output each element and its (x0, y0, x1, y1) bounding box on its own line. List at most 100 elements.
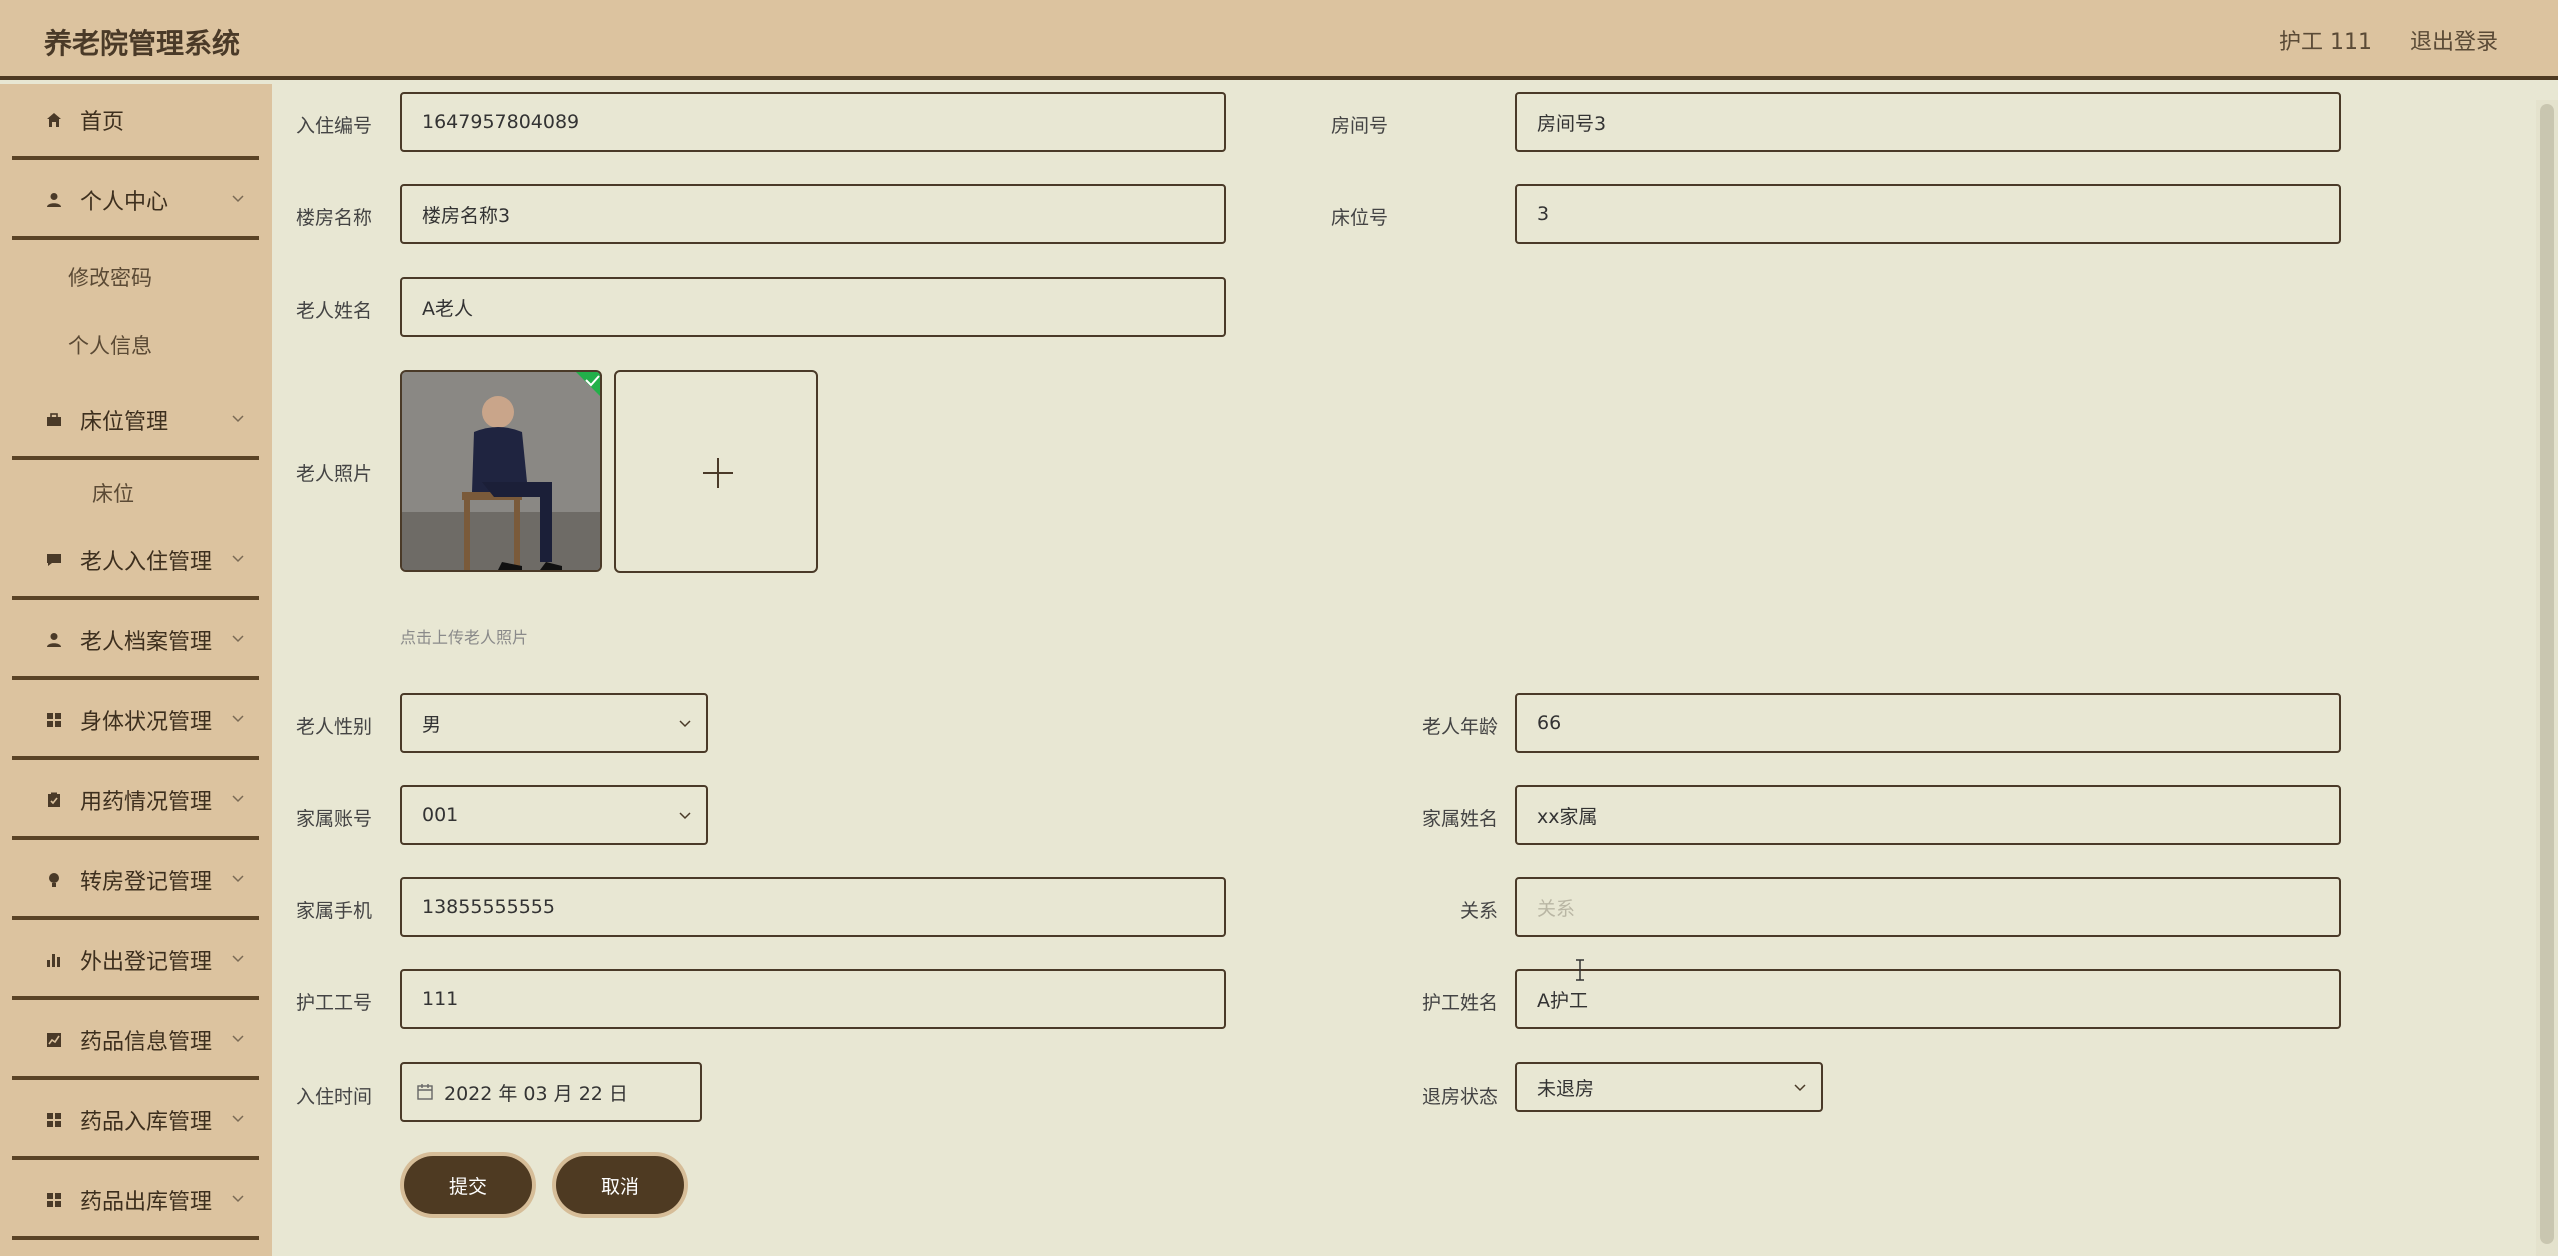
room-no-input[interactable]: 房间号3 (1515, 92, 2341, 152)
sidebar-item-label: 老人档案管理 (80, 630, 213, 655)
chevron-down-icon (232, 1115, 244, 1123)
sidebar-item-drug-stock-out-management[interactable]: 药品出库管理 (12, 1164, 259, 1240)
clipboard-icon (46, 792, 80, 808)
checkout-status-select[interactable]: 未退房 (1515, 1062, 1823, 1112)
sidebar-item-home[interactable]: 首页 (12, 84, 259, 160)
sidebar-item-medication-management[interactable]: 用药情况管理 (12, 764, 259, 840)
checkin-no-label: 入住编号 (295, 115, 372, 137)
sidebar-item-health-management[interactable]: 身体状况管理 (12, 684, 259, 760)
checkin-no-input[interactable]: 1647957804089 (400, 92, 1226, 152)
sidebar-item-drug-stock-in-management[interactable]: 药品入库管理 (12, 1084, 259, 1160)
sidebar: 首页 个人中心 修改密码 个人信息 床位管理 床位 老人入住管理 老人档案管理 (0, 84, 272, 1256)
bed-no-label: 床位号 (1330, 207, 1388, 229)
sidebar-item-label: 药品入库管理 (80, 1110, 213, 1135)
vertical-scrollbar[interactable] (2536, 100, 2558, 1256)
home-icon (46, 112, 80, 128)
chat-icon (46, 552, 80, 568)
grid-icon (46, 1112, 80, 1128)
elder-photo-thumbnail[interactable] (400, 370, 602, 572)
upload-hint: 点击上传老人照片 (400, 628, 529, 647)
chevron-down-icon (1794, 1084, 1806, 1092)
bulb-icon (46, 872, 80, 888)
sidebar-item-archive-management[interactable]: 老人档案管理 (12, 604, 259, 680)
sidebar-item-label: 转房登记管理 (80, 870, 213, 895)
person-icon (46, 192, 80, 208)
family-phone-label: 家属手机 (295, 900, 372, 922)
chevron-down-icon (679, 812, 691, 820)
nurse-name-label: 护工姓名 (1421, 992, 1498, 1014)
family-name-label: 家属姓名 (1421, 808, 1498, 830)
relation-label: 关系 (1459, 900, 1498, 922)
building-input[interactable]: 楼房名称3 (400, 184, 1226, 244)
checkin-time-label: 入住时间 (295, 1086, 372, 1108)
cancel-button[interactable]: 取消 (556, 1156, 684, 1214)
sidebar-item-drug-info-management[interactable]: 药品信息管理 (12, 1004, 259, 1080)
building-label: 楼房名称 (295, 207, 372, 229)
line-chart-icon (46, 1032, 80, 1048)
sidebar-item-label: 药品信息管理 (80, 1030, 213, 1055)
nurse-name-input[interactable]: A护工 (1515, 969, 2341, 1029)
room-no-label: 房间号 (1330, 115, 1388, 137)
text-cursor-icon (1576, 959, 1584, 981)
chevron-down-icon (232, 795, 244, 803)
briefcase-icon (46, 412, 80, 428)
elder-name-label: 老人姓名 (295, 300, 372, 322)
sidebar-item-label: 身体状况管理 (80, 710, 213, 735)
elder-name-input[interactable]: A老人 (400, 277, 1226, 337)
sidebar-item-label: 外出登记管理 (80, 950, 213, 975)
chevron-down-icon (232, 955, 244, 963)
sidebar-item-personal-center[interactable]: 个人中心 (12, 164, 259, 240)
gender-value: 男 (422, 713, 442, 736)
family-account-select[interactable]: 001 (400, 785, 708, 845)
nurse-id-input[interactable]: 111 (400, 969, 1226, 1029)
gender-label: 老人性别 (295, 716, 372, 738)
sidebar-sub-profile[interactable]: 个人信息 (68, 330, 152, 360)
sidebar-sub-bed[interactable]: 床位 (92, 478, 134, 508)
family-name-input[interactable]: xx家属 (1515, 785, 2341, 845)
sidebar-item-checkin-management[interactable]: 老人入住管理 (12, 524, 259, 600)
sidebar-item-label: 药品出库管理 (80, 1190, 213, 1215)
sidebar-item-bed-management[interactable]: 床位管理 (12, 384, 259, 460)
age-label: 老人年龄 (1421, 716, 1498, 738)
chevron-down-icon (232, 715, 244, 723)
sidebar-item-room-transfer-management[interactable]: 转房登记管理 (12, 844, 259, 920)
gender-select[interactable]: 男 (400, 693, 708, 753)
elder-photo-label: 老人照片 (295, 463, 372, 485)
sidebar-item-label: 用药情况管理 (80, 790, 213, 815)
plus-icon (703, 458, 733, 488)
checkout-status-value: 未退房 (1537, 1077, 1595, 1100)
chevron-down-icon (232, 195, 244, 203)
age-input[interactable]: 66 (1515, 693, 2341, 753)
sidebar-item-label: 床位管理 (80, 410, 169, 435)
submit-button[interactable]: 提交 (404, 1156, 532, 1214)
sidebar-item-label: 首页 (80, 110, 125, 135)
header-actions: 护工 111 退出登录 (2279, 24, 2498, 56)
chevron-down-icon (232, 1035, 244, 1043)
current-user: 护工 111 (2278, 30, 2372, 55)
sidebar-item-label: 个人中心 (80, 190, 169, 215)
sidebar-sub-change-password[interactable]: 修改密码 (68, 262, 152, 292)
logout-link[interactable]: 退出登录 (2410, 24, 2498, 56)
chevron-down-icon (232, 635, 244, 643)
family-account-value: 001 (422, 804, 459, 826)
elder-photo-image (402, 372, 600, 570)
person-icon (46, 632, 80, 648)
calendar-icon (417, 1084, 433, 1100)
chevron-down-icon (232, 875, 244, 883)
bed-no-input[interactable]: 3 (1515, 184, 2341, 244)
chevron-down-icon (232, 415, 244, 423)
chevron-down-icon (232, 555, 244, 563)
bar-chart-icon (46, 952, 80, 968)
family-phone-input[interactable]: 13855555555 (400, 877, 1226, 937)
grid-icon (46, 1192, 80, 1208)
photo-upload-button[interactable] (614, 370, 818, 573)
checkin-date-picker[interactable]: 2022 年 03 月 22 日 (400, 1062, 702, 1122)
app-title: 养老院管理系统 (44, 27, 241, 60)
grid-icon (46, 712, 80, 728)
sidebar-item-outing-management[interactable]: 外出登记管理 (12, 924, 259, 1000)
family-account-label: 家属账号 (295, 808, 372, 830)
scrollbar-thumb[interactable] (2540, 104, 2554, 1244)
chevron-down-icon (232, 1195, 244, 1203)
chevron-down-icon (679, 720, 691, 728)
relation-input[interactable]: 关系 (1515, 877, 2341, 937)
